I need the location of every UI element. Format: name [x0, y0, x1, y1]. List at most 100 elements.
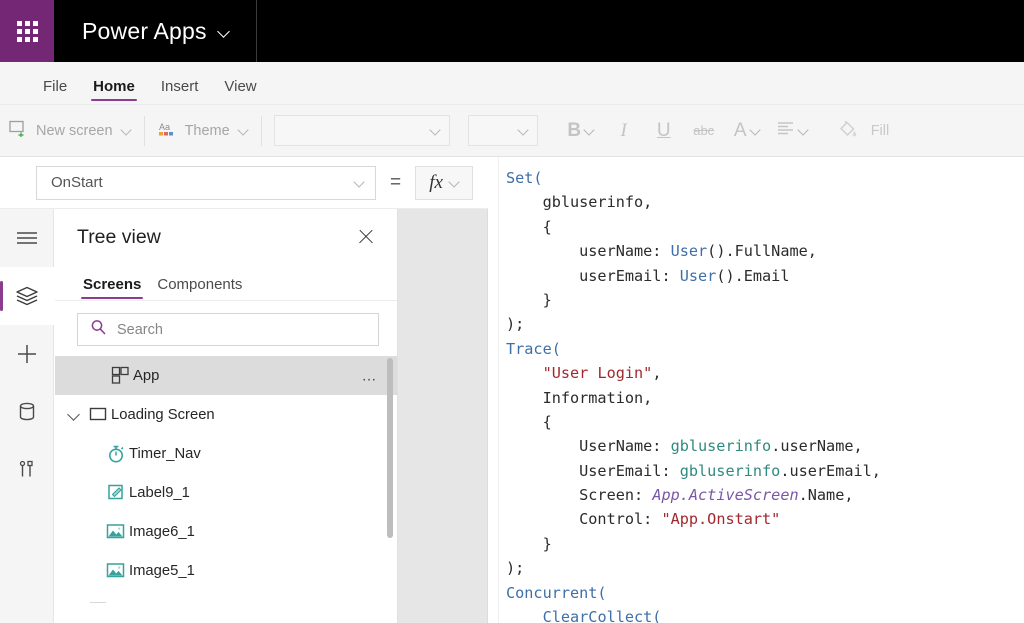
property-value: OnStart: [51, 174, 103, 191]
tree-view-tabs: Screens Components: [55, 265, 397, 301]
tree-item-label: Loading Screen: [111, 407, 215, 423]
tree-item-label: Image6_1: [129, 524, 195, 540]
font-color-button[interactable]: A: [724, 114, 770, 148]
underline-button[interactable]: U: [644, 114, 684, 148]
ribbon-tab-home[interactable]: Home: [80, 79, 148, 104]
app-launcher-waffle-icon[interactable]: [0, 0, 54, 62]
code-line: );: [506, 312, 1024, 336]
canvas-area: [398, 209, 488, 623]
editor-gutter: [488, 157, 499, 623]
image-icon: [103, 562, 129, 579]
brand-title: Power Apps: [82, 18, 207, 45]
code-line: ClearCollect(: [506, 605, 1024, 623]
new-screen-icon: [9, 120, 28, 141]
tree-row-overflow-menu[interactable]: …: [362, 367, 380, 384]
tree-row-kudos-intro-screen[interactable]: Kudos Intro Screen: [55, 590, 397, 603]
underline-icon: U: [657, 121, 671, 140]
align-left-icon: [777, 121, 795, 140]
ribbon-toolbar: New screen Aa Theme: [0, 105, 1024, 157]
new-screen-button[interactable]: New screen: [0, 114, 140, 148]
theme-button[interactable]: Aa Theme: [149, 114, 257, 148]
rail-item-advanced-tools[interactable]: [0, 441, 54, 499]
italic-button[interactable]: I: [604, 114, 644, 148]
tree-row-loading-screen[interactable]: Loading Screen: [55, 395, 397, 434]
close-icon[interactable]: [353, 224, 379, 250]
theme-label: Theme: [185, 123, 230, 139]
code-line: UserEmail: gbluserinfo.userEmail,: [506, 459, 1024, 483]
code-line: Screen: App.ActiveScreen.Name,: [506, 483, 1024, 507]
search-input[interactable]: [117, 322, 368, 338]
chevron-down-icon: [121, 126, 131, 136]
tree-row-label9-1[interactable]: Label9_1: [55, 473, 397, 512]
label-icon: [103, 483, 129, 502]
fill-bucket-icon: [837, 119, 859, 143]
plus-icon: [14, 341, 40, 367]
equals-sign: =: [376, 172, 415, 194]
tree-item-label: Label9_1: [129, 485, 190, 501]
rail-item-menu[interactable]: [0, 209, 54, 267]
code-line: Information,: [506, 386, 1024, 410]
tree-row-timer-nav[interactable]: Timer_Nav: [55, 434, 397, 473]
rail-item-insert[interactable]: [0, 325, 54, 383]
tree-row-app[interactable]: App …: [55, 356, 397, 395]
strikethrough-icon: abc: [693, 124, 714, 137]
font-color-icon: A: [734, 121, 747, 140]
tree-row-image6-1[interactable]: Image6_1: [55, 512, 397, 551]
tab-screens[interactable]: Screens: [77, 277, 147, 300]
image-icon: [103, 523, 129, 540]
brand-menu[interactable]: Power Apps: [54, 0, 257, 62]
rail-item-data[interactable]: [0, 383, 54, 441]
code-line: }: [506, 288, 1024, 312]
formula-code-text: Set( gbluserinfo, { userName: User().Ful…: [506, 166, 1024, 623]
ribbon-tab-file[interactable]: File: [30, 79, 80, 104]
screen-icon: [85, 601, 111, 603]
tree-item-label: Kudos Intro Screen: [111, 602, 238, 604]
ribbon-tab-insert[interactable]: Insert: [148, 79, 212, 104]
chevron-down-icon: [449, 178, 459, 188]
code-line: {: [506, 215, 1024, 239]
tree-scrollbar-thumb[interactable]: [387, 358, 393, 538]
code-line: userName: User().FullName,: [506, 239, 1024, 263]
tab-components[interactable]: Components: [151, 277, 248, 300]
property-select[interactable]: OnStart: [36, 166, 376, 200]
tree-row-image5-1[interactable]: Image5_1: [55, 551, 397, 590]
font-size-select[interactable]: [468, 115, 538, 146]
hamburger-menu-icon: [14, 228, 40, 248]
expand-caret[interactable]: [63, 404, 85, 426]
chevron-down-icon: [798, 126, 808, 136]
code-line: Control: "App.Onstart": [506, 507, 1024, 531]
search-icon: [90, 319, 107, 341]
align-button[interactable]: [770, 114, 816, 148]
database-cylinder-icon: [16, 400, 38, 424]
ribbon-tab-view[interactable]: View: [211, 79, 269, 104]
code-line: Trace(: [506, 337, 1024, 361]
app-icon: [107, 366, 133, 385]
bold-button[interactable]: B: [558, 114, 604, 148]
tree-item-label: Timer_Nav: [129, 446, 201, 462]
search-box[interactable]: [77, 313, 379, 346]
rail-item-tree-view[interactable]: [0, 267, 54, 325]
bold-icon: B: [567, 121, 581, 140]
new-screen-label: New screen: [36, 123, 113, 139]
toolbar-divider: [144, 116, 145, 146]
chevron-down-icon: [750, 126, 760, 136]
strikethrough-button[interactable]: abc: [684, 114, 724, 148]
italic-icon: I: [621, 121, 627, 140]
ribbon-tab-strip: File Home Insert View: [0, 62, 1024, 105]
svg-text:Aa: Aa: [159, 122, 170, 132]
tree-view-header: Tree view: [55, 209, 397, 265]
timer-icon: [103, 444, 129, 464]
fill-button[interactable]: Fill: [828, 114, 899, 148]
chevron-down-icon: [238, 126, 248, 136]
fx-button[interactable]: fx: [415, 166, 473, 200]
expand-caret[interactable]: [63, 599, 85, 604]
tree-view-panel: Tree view Screens Components: [55, 209, 398, 623]
formula-bar: OnStart = fx: [0, 157, 499, 209]
fill-label: Fill: [871, 123, 890, 139]
code-line: UserName: gbluserinfo.userName,: [506, 434, 1024, 458]
font-family-select[interactable]: [274, 115, 450, 146]
formula-code-editor[interactable]: Set( gbluserinfo, { userName: User().Ful…: [488, 157, 1024, 623]
chevron-down-icon: [584, 126, 594, 136]
power-apps-studio: Power Apps File Home Insert View New scr…: [0, 0, 1024, 623]
code-line: gbluserinfo,: [506, 190, 1024, 214]
